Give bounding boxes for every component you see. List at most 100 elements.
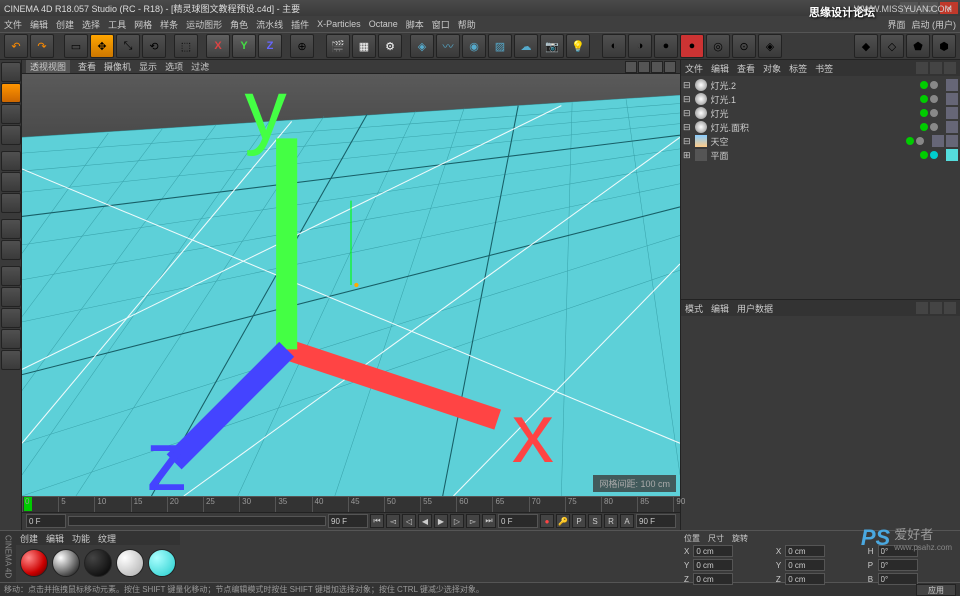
light-tool[interactable]: 💡 bbox=[566, 34, 590, 58]
vp-nav-1[interactable] bbox=[625, 61, 637, 73]
environment-tool[interactable]: ☁ bbox=[514, 34, 538, 58]
mat-tab-function[interactable]: 功能 bbox=[72, 532, 90, 545]
edge-mode[interactable] bbox=[1, 172, 21, 192]
mat-tab-create[interactable]: 创建 bbox=[20, 532, 38, 545]
tag-icon[interactable] bbox=[946, 135, 958, 147]
vp-nav-3[interactable] bbox=[651, 61, 663, 73]
timeline-ruler[interactable]: 0 5 10 15 20 25 30 35 40 45 50 55 60 65 … bbox=[22, 497, 680, 513]
extra-4[interactable]: ● bbox=[680, 34, 704, 58]
undo-button[interactable]: ↶ bbox=[4, 34, 28, 58]
key-param[interactable]: A bbox=[620, 514, 634, 528]
point-mode[interactable] bbox=[1, 151, 21, 171]
extra-2[interactable]: ◑ bbox=[628, 34, 652, 58]
tag-icon[interactable] bbox=[946, 79, 958, 91]
material-red[interactable] bbox=[20, 549, 48, 577]
menu-mograph[interactable]: 运动图形 bbox=[186, 18, 222, 31]
tag-icon[interactable] bbox=[946, 107, 958, 119]
key-pos[interactable]: P bbox=[572, 514, 586, 528]
tag-icon[interactable] bbox=[946, 93, 958, 105]
goto-prev-key[interactable]: ◅ bbox=[386, 514, 400, 528]
timeline-end2-input[interactable] bbox=[636, 514, 676, 528]
obj-row-light1[interactable]: ⊟灯光.1 bbox=[683, 92, 958, 106]
extra-3[interactable]: ● bbox=[654, 34, 678, 58]
model-mode[interactable] bbox=[1, 83, 21, 103]
timeline-end-input[interactable] bbox=[328, 514, 368, 528]
generator-tool[interactable]: ◉ bbox=[462, 34, 486, 58]
timeline-scrollbar[interactable] bbox=[68, 516, 326, 526]
menu-window[interactable]: 窗口 bbox=[432, 18, 450, 31]
next-frame[interactable]: ▷ bbox=[450, 514, 464, 528]
coord-tab-pos[interactable]: 位置 bbox=[684, 533, 700, 545]
obj-tab-view[interactable]: 查看 bbox=[737, 62, 755, 75]
snap-settings[interactable] bbox=[1, 287, 21, 307]
timeline-start-input[interactable] bbox=[26, 514, 66, 528]
obj-menu-icon[interactable] bbox=[944, 62, 956, 74]
coord-system[interactable]: ⊕ bbox=[290, 34, 314, 58]
octane-2[interactable]: ◇ bbox=[880, 34, 904, 58]
material-white[interactable] bbox=[116, 549, 144, 577]
octane-4[interactable]: ⬢ bbox=[932, 34, 956, 58]
attr-nav-fwd-icon[interactable] bbox=[930, 302, 942, 314]
move-tool[interactable]: ✥ bbox=[90, 34, 114, 58]
autokey[interactable]: 🔑 bbox=[556, 514, 570, 528]
obj-row-light[interactable]: ⊟灯光 bbox=[683, 106, 958, 120]
key-scale[interactable]: S bbox=[588, 514, 602, 528]
tag-icon[interactable] bbox=[932, 135, 944, 147]
vp-menu-view[interactable]: 查看 bbox=[78, 60, 96, 73]
extra-1[interactable]: ◐ bbox=[602, 34, 626, 58]
obj-row-plane[interactable]: ⊞平面 bbox=[683, 148, 958, 162]
locked-workplane[interactable] bbox=[1, 329, 21, 349]
menu-tools[interactable]: 工具 bbox=[108, 18, 126, 31]
attr-nav-back-icon[interactable] bbox=[916, 302, 928, 314]
apply-button[interactable]: 应用 bbox=[916, 584, 956, 596]
viewport-solo[interactable] bbox=[1, 240, 21, 260]
obj-tab-bookmarks[interactable]: 书签 bbox=[815, 62, 833, 75]
obj-search-icon[interactable] bbox=[916, 62, 928, 74]
workplane-snap[interactable] bbox=[1, 308, 21, 328]
workplane-mode[interactable] bbox=[1, 125, 21, 145]
current-frame-input[interactable] bbox=[498, 514, 538, 528]
coord-sx-input[interactable] bbox=[785, 545, 825, 557]
extra-7[interactable]: ◈ bbox=[758, 34, 782, 58]
enable-axis[interactable] bbox=[1, 219, 21, 239]
camera-tool[interactable]: 📷 bbox=[540, 34, 564, 58]
last-tool[interactable]: ⬚ bbox=[174, 34, 198, 58]
menu-help[interactable]: 帮助 bbox=[458, 18, 476, 31]
coord-sy-input[interactable] bbox=[785, 559, 825, 571]
snap-toggle[interactable] bbox=[1, 266, 21, 286]
mat-tab-edit[interactable]: 编辑 bbox=[46, 532, 64, 545]
material-tag-icon[interactable] bbox=[946, 149, 958, 161]
make-editable[interactable] bbox=[1, 62, 21, 82]
menu-xparticles[interactable]: X-Particles bbox=[317, 19, 361, 29]
coord-b-input[interactable] bbox=[878, 573, 918, 585]
render-settings[interactable]: ⚙ bbox=[378, 34, 402, 58]
obj-tab-edit[interactable]: 编辑 bbox=[711, 62, 729, 75]
menu-plugins[interactable]: 插件 bbox=[291, 18, 309, 31]
obj-row-sky[interactable]: ⊟天空 bbox=[683, 134, 958, 148]
menu-select[interactable]: 选择 bbox=[82, 18, 100, 31]
goto-start[interactable]: ⏮ bbox=[370, 514, 384, 528]
vp-menu-filter[interactable]: 过滤 bbox=[191, 60, 209, 73]
extra-6[interactable]: ⊙ bbox=[732, 34, 756, 58]
key-rot[interactable]: R bbox=[604, 514, 618, 528]
menu-spline[interactable]: 样条 bbox=[160, 18, 178, 31]
layout-dropdown[interactable]: 启动 (用户) bbox=[912, 18, 957, 31]
obj-tab-objects[interactable]: 对象 bbox=[763, 62, 781, 75]
coord-z-input[interactable] bbox=[693, 573, 733, 585]
coord-tab-size[interactable]: 尺寸 bbox=[708, 533, 724, 545]
scale-tool[interactable]: ⤡ bbox=[116, 34, 140, 58]
render-region[interactable]: ▦ bbox=[352, 34, 376, 58]
planar-workplane[interactable] bbox=[1, 350, 21, 370]
viewport-tab[interactable]: 透视视图 bbox=[26, 60, 70, 73]
attr-tab-mode[interactable]: 模式 bbox=[685, 302, 703, 315]
menu-file[interactable]: 文件 bbox=[4, 18, 22, 31]
play-backward[interactable]: ◀ bbox=[418, 514, 432, 528]
tag-icon[interactable] bbox=[946, 121, 958, 133]
goto-end[interactable]: ⏭ bbox=[482, 514, 496, 528]
material-cyan[interactable] bbox=[148, 549, 176, 577]
octane-1[interactable]: ◆ bbox=[854, 34, 878, 58]
extra-5[interactable]: ◎ bbox=[706, 34, 730, 58]
attr-tab-edit[interactable]: 编辑 bbox=[711, 302, 729, 315]
obj-row-arealight[interactable]: ⊟灯光.面积 bbox=[683, 120, 958, 134]
rotate-tool[interactable]: ⟲ bbox=[142, 34, 166, 58]
